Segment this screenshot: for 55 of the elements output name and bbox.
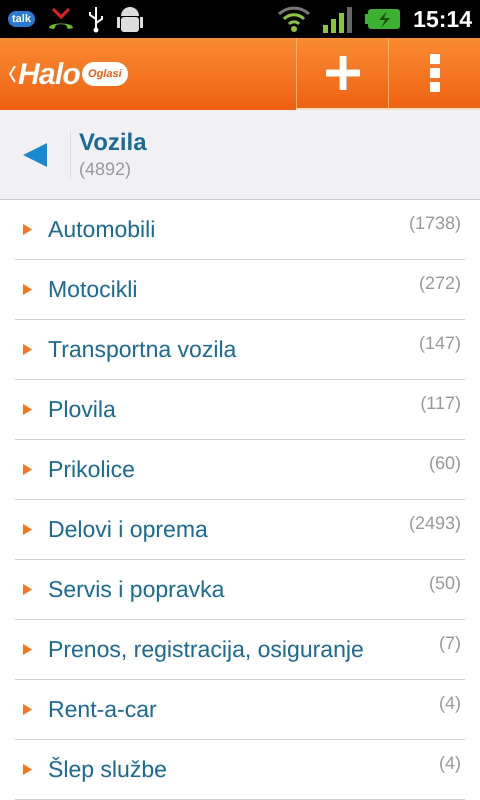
subcategory-count: (1738) bbox=[408, 212, 461, 235]
category-count: (4892) bbox=[79, 158, 132, 181]
clock: 15:14 bbox=[413, 4, 472, 34]
category-title: Vozila bbox=[79, 128, 147, 158]
phone-icon bbox=[46, 6, 75, 32]
subcategory-count: (117) bbox=[420, 392, 461, 415]
chevron-left-icon bbox=[8, 65, 16, 83]
battery-icon bbox=[365, 6, 402, 32]
subcategory-name: Prikolice bbox=[48, 455, 136, 484]
subcategory-name: Šlep službe bbox=[48, 755, 168, 784]
triangle-bullet-icon bbox=[23, 404, 32, 415]
subcategory-item[interactable]: Prenos, registracija, osiguranje (7) bbox=[15, 620, 465, 680]
subcategory-item[interactable]: Motocikli (272) bbox=[15, 260, 465, 320]
subcategory-item[interactable]: Transportna vozila (147) bbox=[15, 320, 465, 380]
triangle-bullet-icon bbox=[23, 764, 32, 775]
subcategory-item[interactable]: Prikolice (60) bbox=[15, 440, 465, 500]
back-triangle-icon bbox=[23, 142, 47, 166]
menu-icon bbox=[430, 54, 440, 92]
subcategory-name: Motocikli bbox=[48, 275, 138, 304]
chat-notification-icon: talk bbox=[8, 11, 35, 27]
triangle-bullet-icon bbox=[23, 284, 32, 295]
subcategory-count: (2493) bbox=[408, 512, 461, 535]
subcategory-item[interactable]: Rent-a-car (4) bbox=[15, 680, 465, 740]
triangle-bullet-icon bbox=[23, 644, 32, 655]
subcategory-name: Rent-a-car bbox=[48, 695, 158, 724]
triangle-bullet-icon bbox=[23, 464, 32, 475]
subcategory-count: (272) bbox=[418, 272, 461, 295]
subcategory-count: (4) bbox=[439, 752, 461, 775]
subcategory-count: (4) bbox=[439, 692, 461, 715]
triangle-bullet-icon bbox=[23, 524, 32, 535]
subcategory-name: Plovila bbox=[48, 395, 117, 424]
subcategory-item[interactable]: Automobili (1738) bbox=[15, 200, 465, 260]
subcategory-item[interactable]: Plovila (117) bbox=[15, 380, 465, 440]
subcategory-name: Prenos, registracija, osiguranje bbox=[48, 635, 365, 664]
triangle-bullet-icon bbox=[23, 704, 32, 715]
signal-icon bbox=[323, 5, 354, 33]
subcategory-name: Transportna vozila bbox=[48, 335, 238, 364]
triangle-bullet-icon bbox=[23, 344, 32, 355]
triangle-bullet-icon bbox=[23, 224, 32, 235]
subcategory-name: Servis i popravka bbox=[48, 575, 226, 604]
home-logo-button[interactable]: Halo Oglasi bbox=[8, 52, 128, 96]
subcategory-item[interactable]: Servis i popravka (50) bbox=[15, 560, 465, 620]
subcategory-count: (50) bbox=[428, 572, 461, 595]
subcategory-count: (60) bbox=[428, 452, 461, 475]
triangle-bullet-icon bbox=[23, 584, 32, 595]
subcategory-item[interactable]: Delovi i oprema (2493) bbox=[15, 500, 465, 560]
subcategory-count: (147) bbox=[418, 332, 461, 355]
subcategory-item[interactable]: Šlep službe (4) bbox=[15, 740, 465, 800]
subcategory-name: Automobili bbox=[48, 215, 156, 244]
wifi-icon bbox=[277, 5, 312, 33]
plus-icon bbox=[324, 54, 362, 92]
android-icon bbox=[116, 4, 143, 34]
usb-icon bbox=[86, 5, 105, 33]
subcategory-count: (7) bbox=[439, 632, 461, 655]
subcategory-name: Delovi i oprema bbox=[48, 515, 209, 544]
